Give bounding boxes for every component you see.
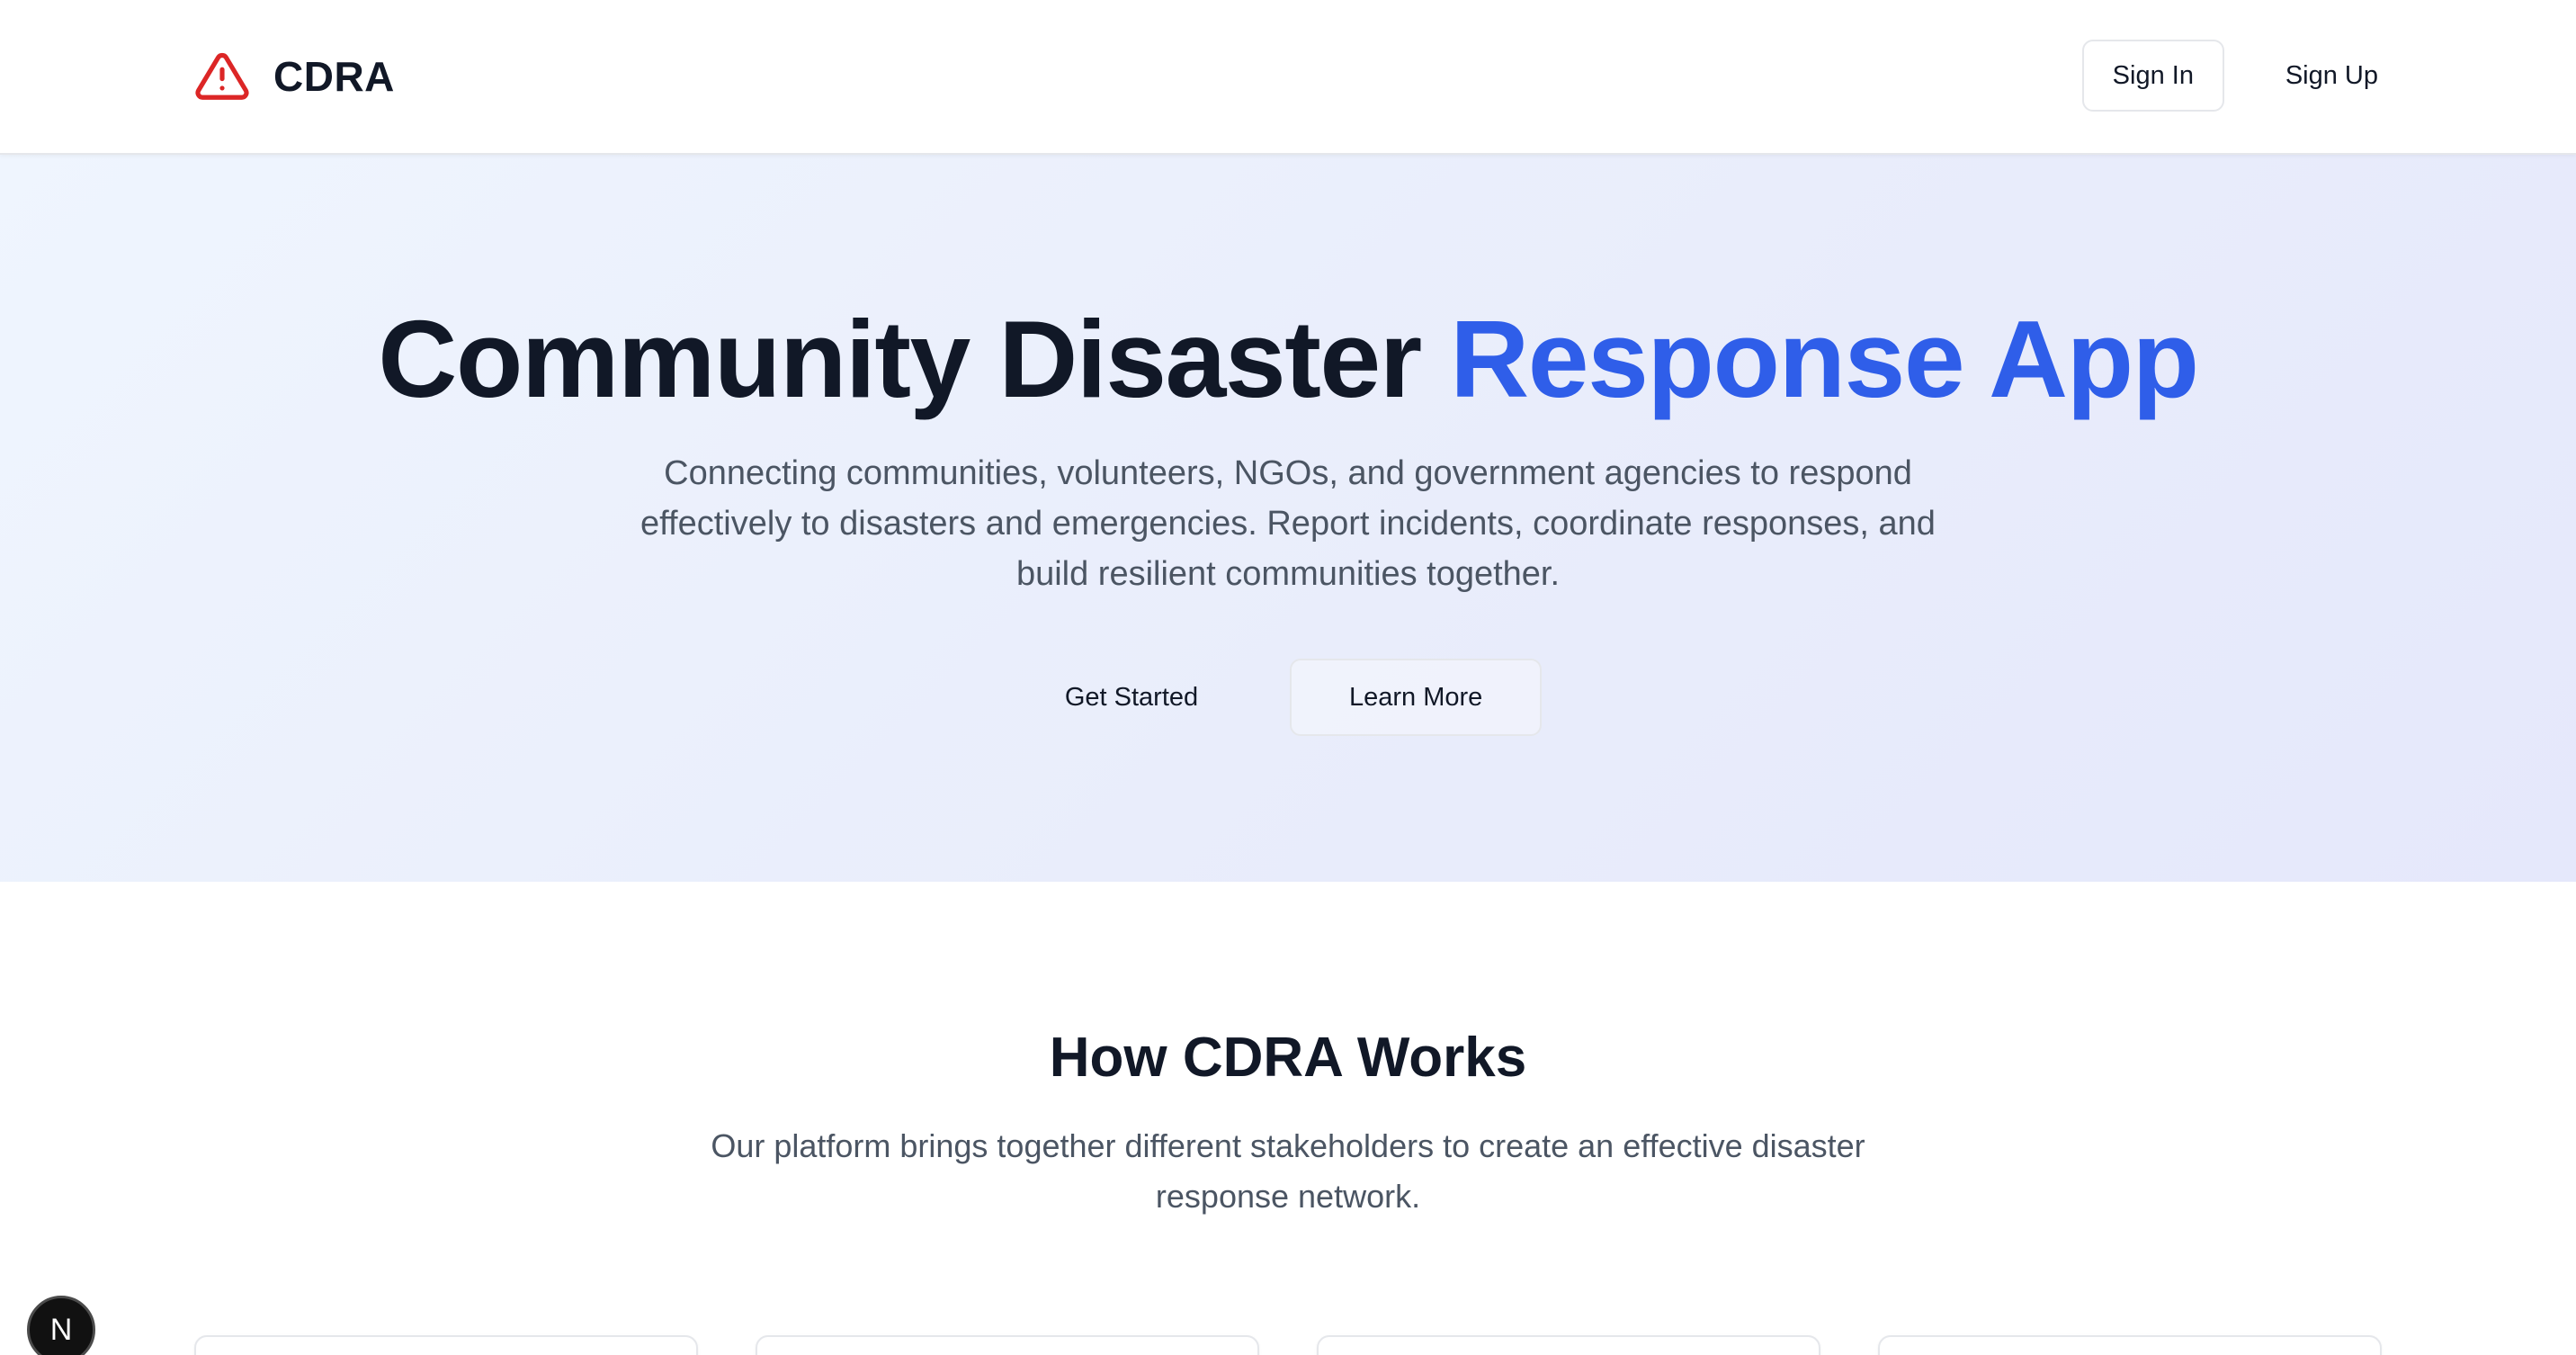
hero-description: Connecting communities, volunteers, NGOs… (640, 454, 1936, 593)
site-header: CDRA Sign In Sign Up (0, 0, 2576, 155)
get-started-button[interactable]: Get Started (1034, 660, 1229, 735)
stakeholder-card (756, 1335, 1259, 1355)
learn-more-button[interactable]: Learn More (1290, 659, 1543, 736)
hero-title-accent: Response App (1450, 298, 2199, 420)
hero-actions: Get Started Learn More (0, 659, 2576, 736)
stakeholder-card (194, 1335, 698, 1355)
stakeholder-card (1878, 1335, 2382, 1355)
stakeholder-card (1317, 1335, 1820, 1355)
hero-title: Community Disaster Response App (0, 299, 2576, 419)
how-it-works-description: Our platform brings together different s… (711, 1127, 1865, 1215)
nextjs-dev-badge[interactable]: N (27, 1296, 95, 1355)
header-nav: Sign In Sign Up (2081, 40, 2396, 112)
sign-in-button[interactable]: Sign In (2081, 40, 2224, 112)
brand-logo[interactable]: CDRA (194, 47, 395, 106)
how-it-works-title: How CDRA Works (1049, 1027, 1527, 1089)
hero-title-main: Community Disaster (378, 298, 1451, 420)
warning-triangle-icon (195, 52, 249, 100)
page: CDRA Sign In Sign Up Community Disaster … (0, 0, 2576, 1355)
brand-name: CDRA (273, 53, 395, 100)
stakeholder-cards (194, 1335, 2382, 1355)
hero-section: Community Disaster Response App Connecti… (0, 155, 2576, 882)
sign-up-button[interactable]: Sign Up (2267, 40, 2396, 112)
